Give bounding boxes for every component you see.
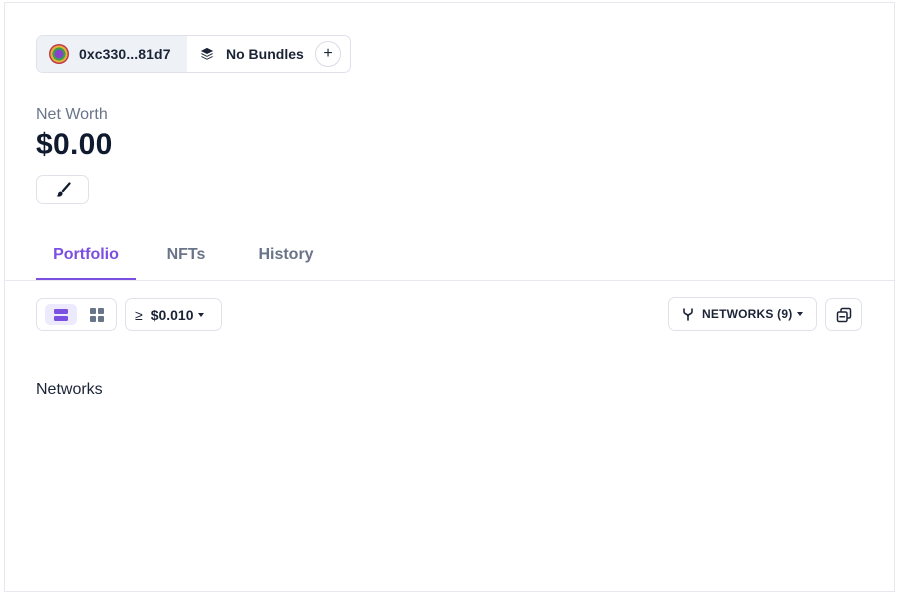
customize-button[interactable] — [36, 175, 89, 204]
networks-label: NETWORKS (9) — [702, 307, 793, 321]
grid-view-icon — [90, 307, 104, 322]
networks-section-title: Networks — [36, 381, 103, 398]
wallet-bundle-bar: 0xc330...81d7 No Bundles + — [36, 35, 351, 73]
wallet-address: 0xc330...81d7 — [79, 46, 171, 62]
value-threshold-dropdown[interactable]: ≥ $0.010 — [125, 298, 222, 331]
list-view-button[interactable] — [45, 304, 77, 325]
greater-equal-icon: ≥ — [135, 306, 143, 323]
bundle-label: No Bundles — [226, 46, 304, 62]
net-worth-label: Net Worth — [36, 106, 108, 123]
tab-portfolio[interactable]: Portfolio — [36, 236, 136, 280]
collapse-all-button[interactable] — [825, 298, 862, 331]
networks-dropdown[interactable]: NETWORKS (9) — [668, 297, 817, 331]
tab-history[interactable]: History — [236, 236, 336, 280]
tabs-divider — [5, 280, 894, 281]
tab-bar: Portfolio NFTs History — [36, 236, 336, 280]
fork-icon — [683, 307, 693, 321]
grid-view-button[interactable] — [81, 304, 113, 325]
chevron-down-icon — [197, 312, 204, 317]
net-worth-value: $0.00 — [36, 128, 113, 161]
bundle-selector[interactable]: No Bundles — [187, 36, 304, 72]
wallet-chip[interactable]: 0xc330...81d7 — [37, 36, 187, 72]
avatar — [49, 44, 69, 64]
brush-icon — [56, 181, 71, 197]
chevron-down-icon — [797, 312, 804, 316]
tab-nfts[interactable]: NFTs — [136, 236, 236, 280]
layers-icon — [200, 47, 214, 60]
collapse-icon — [836, 307, 851, 322]
add-bundle-button[interactable]: + — [315, 41, 341, 67]
plus-icon: + — [323, 45, 333, 62]
list-view-icon — [54, 308, 68, 321]
threshold-value: $0.010 — [150, 306, 194, 323]
view-toggle — [36, 298, 117, 331]
